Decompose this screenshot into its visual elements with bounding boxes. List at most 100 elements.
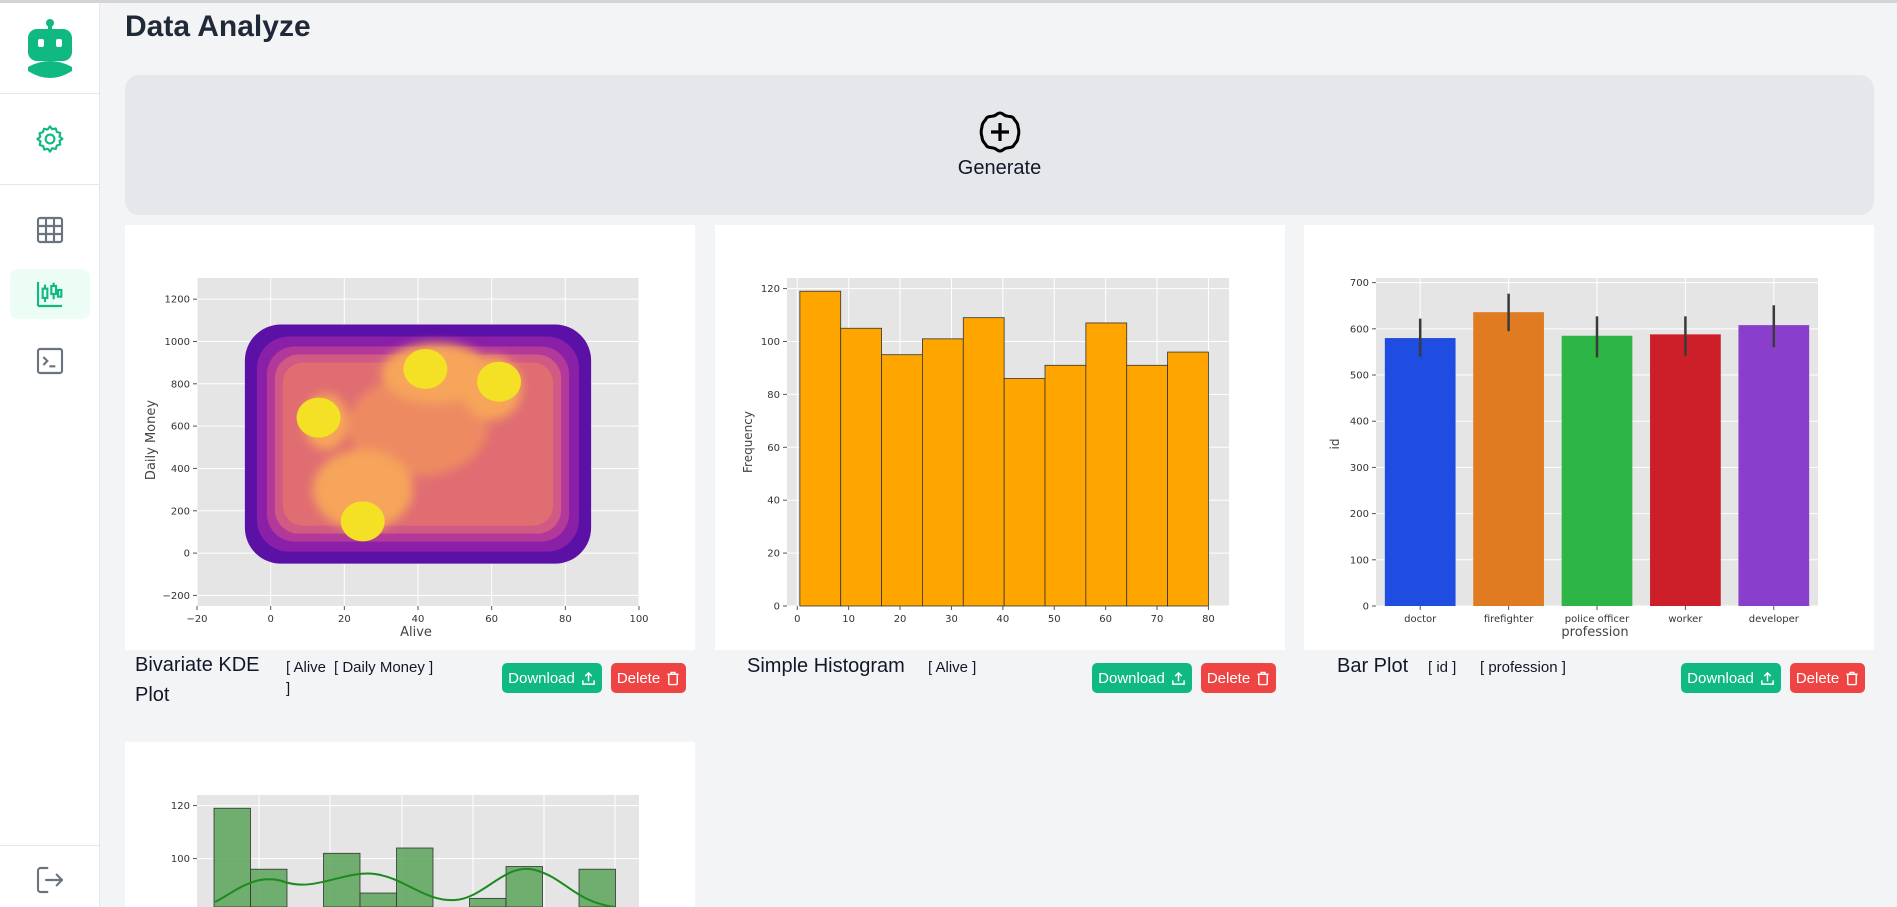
kde-histogram-plot: 100 120 <box>171 795 639 907</box>
y-tick-label: 300 <box>1350 463 1369 474</box>
sidebar-item-table[interactable] <box>10 205 90 255</box>
x-tick-label: 20 <box>338 614 351 625</box>
bar-worker <box>1650 334 1721 606</box>
chart-card-kde-histogram: 100 120 <box>125 742 695 907</box>
bar-doctor <box>1384 338 1456 606</box>
x-tick-label: 100 <box>629 614 648 625</box>
download-button[interactable]: Download <box>502 663 602 693</box>
upload-icon <box>581 671 595 685</box>
histogram-bar <box>840 327 882 607</box>
chart-card-histogram: 0 10 20 30 40 50 60 70 80 0 20 40 60 80 100 120 Frequen… <box>715 225 1285 650</box>
chart-title: Simple Histogram <box>747 655 905 677</box>
sidebar-item-data-analyze[interactable] <box>10 269 90 319</box>
delete-button[interactable]: Delete <box>1201 663 1276 693</box>
download-label: Download <box>1098 669 1165 687</box>
kde-peak <box>296 397 341 438</box>
histogram-bar <box>1126 364 1168 607</box>
kde-peak <box>340 501 385 542</box>
bar-police-officer <box>1561 335 1633 606</box>
y-tick-label: 0 <box>774 602 780 613</box>
bar-firefighter <box>1473 312 1544 606</box>
settings-gear-icon <box>36 125 64 153</box>
y-tick-label: 80 <box>767 390 780 401</box>
terminal-icon <box>36 347 64 375</box>
kde-ylabel: Daily Money <box>144 400 159 480</box>
bar-developer <box>1738 325 1810 606</box>
y-tick-label: 200 <box>171 506 190 517</box>
plus-circle-icon <box>979 110 1020 153</box>
histogram-bar <box>799 290 842 607</box>
chart-card-barplot: doctor firefighter police officer worker dev… <box>1304 225 1874 650</box>
chart-card-kde: −20 0 20 40 60 80 100 −200 0 200 400 600 800 1000 1200… <box>125 225 695 650</box>
x-tick-label: 20 <box>894 614 907 625</box>
histogram-bar <box>396 847 434 907</box>
kde-peak <box>403 348 448 389</box>
histogram-ylabel: Frequency <box>741 411 755 473</box>
sidebar-item-terminal[interactable] <box>10 336 90 386</box>
download-label: Download <box>1687 669 1754 687</box>
barplot-xlabel: profession <box>1561 625 1628 640</box>
delete-label: Delete <box>1795 669 1840 687</box>
candlestick-chart-icon <box>36 282 63 308</box>
y-tick-label: 600 <box>171 422 190 433</box>
x-tick-label: 30 <box>945 614 958 625</box>
y-tick-label: 400 <box>171 464 190 475</box>
window-top-border <box>0 0 1897 3</box>
y-tick-label: 20 <box>767 549 780 560</box>
column-tag: [ profession ] <box>1480 659 1566 676</box>
histogram-bar <box>881 354 923 607</box>
delete-button[interactable]: Delete <box>611 663 686 693</box>
y-tick-label: 100 <box>171 854 190 865</box>
y-tick-label: 120 <box>761 284 780 295</box>
y-tick-label: 120 <box>171 801 190 812</box>
y-tick-label: 500 <box>1350 371 1369 382</box>
histogram-bar <box>922 338 964 607</box>
histogram-plot: 0 10 20 30 40 50 60 70 80 0 20 40 60 80 100 120 Frequen… <box>741 278 1229 625</box>
chart-card-footer-histogram: Simple Histogram [ Alive ] Download Dele… <box>715 650 1285 725</box>
x-tick-label: police officer <box>1565 614 1630 625</box>
sidebar-item-logout[interactable] <box>10 855 90 905</box>
column-tag: [ id ] <box>1428 659 1457 676</box>
y-tick-label: 1000 <box>165 337 190 348</box>
y-tick-label: 200 <box>1350 509 1369 520</box>
y-tick-label: 40 <box>767 496 780 507</box>
barplot-ylabel: id <box>1328 439 1342 450</box>
x-tick-label: developer <box>1749 614 1800 625</box>
kde-xlabel: Alive <box>400 625 432 640</box>
histogram-bar <box>962 317 1005 607</box>
y-tick-label: 100 <box>1350 555 1369 566</box>
x-tick-label: 60 <box>485 614 498 625</box>
kde-plot: −20 0 20 40 60 80 100−200020040060080010001200… <box>144 278 649 640</box>
x-tick-label: 80 <box>559 614 572 625</box>
download-button[interactable]: Download <box>1092 663 1192 693</box>
histogram-bar <box>359 892 397 907</box>
x-tick-label: 80 <box>1202 614 1215 625</box>
y-tick-label: 800 <box>171 379 190 390</box>
sidebar-item-settings[interactable] <box>10 114 90 164</box>
y-tick-label: 400 <box>1350 417 1369 428</box>
y-tick-label: 600 <box>1350 324 1369 335</box>
download-label: Download <box>508 669 575 687</box>
y-tick-label: 60 <box>767 443 780 454</box>
bar-plot: doctor firefighter police officer worker dev… <box>1328 278 1818 640</box>
column-tag: [ Alive ] <box>286 659 327 697</box>
y-tick-label: 0 <box>184 549 190 560</box>
x-tick-label: doctor <box>1404 614 1437 625</box>
histogram-bar <box>1085 322 1128 607</box>
x-tick-label: 40 <box>412 614 425 625</box>
x-tick-label: 50 <box>1048 614 1061 625</box>
chart-title: Bivariate KDE Plot <box>135 654 260 706</box>
histogram-bar <box>1044 364 1087 607</box>
delete-button[interactable]: Delete <box>1790 663 1865 693</box>
x-tick-label: 0 <box>267 614 273 625</box>
column-tag: [ Daily Money ] <box>334 659 434 676</box>
sidebar <box>0 3 100 907</box>
trash-icon <box>1846 671 1858 685</box>
chart-card-footer-kde: Bivariate KDE Plot [ Alive ] [ Daily Mon… <box>125 650 695 725</box>
robot-logo-icon[interactable] <box>24 19 76 81</box>
trash-icon <box>1257 671 1269 685</box>
histogram-bar <box>1167 351 1209 607</box>
generate-button[interactable]: Generate <box>125 75 1874 215</box>
trash-icon <box>667 671 679 685</box>
download-button[interactable]: Download <box>1681 663 1781 693</box>
